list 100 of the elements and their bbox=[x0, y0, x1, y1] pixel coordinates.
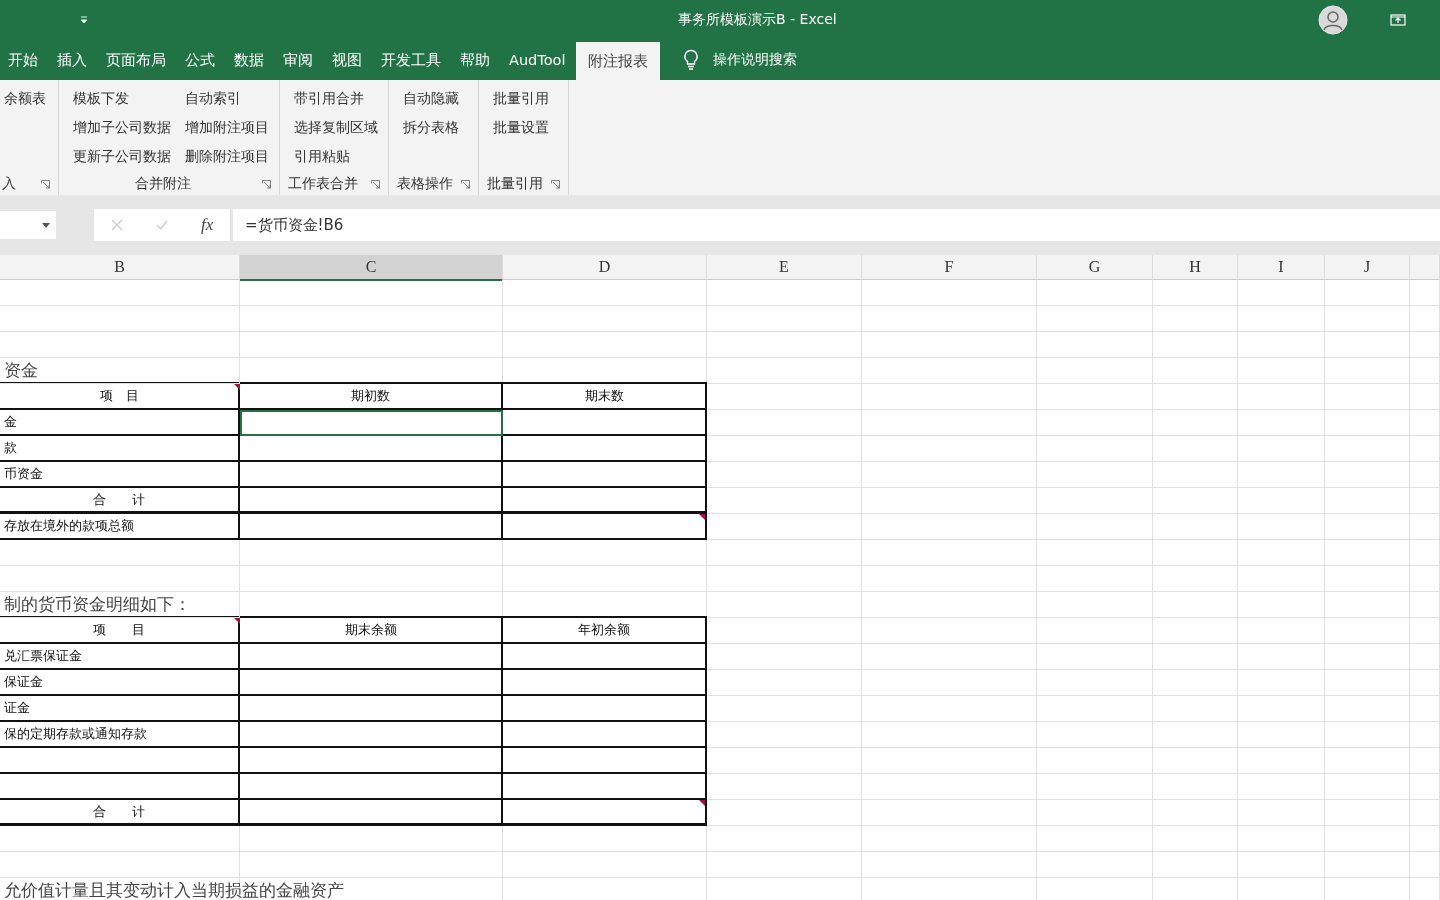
table-cell[interactable] bbox=[240, 514, 503, 540]
ribbon-command[interactable]: 自动隐藏 bbox=[401, 84, 461, 113]
ribbon-tab[interactable]: 插入 bbox=[49, 40, 95, 80]
group-label: 入 bbox=[2, 175, 17, 193]
ribbon-command[interactable]: 自动索引 bbox=[183, 84, 271, 113]
section-title: 资金 bbox=[4, 360, 38, 382]
ribbon-tab[interactable]: 视图 bbox=[324, 40, 370, 80]
column-header[interactable]: G bbox=[1037, 255, 1153, 281]
grid-cell bbox=[1410, 800, 1440, 826]
user-avatar-icon[interactable] bbox=[1318, 5, 1348, 35]
table-cell: 保证金 bbox=[0, 670, 240, 696]
column-header[interactable]: I bbox=[1238, 255, 1325, 281]
customize-toolbar-icon[interactable] bbox=[80, 15, 88, 25]
grid-cell bbox=[1410, 514, 1440, 540]
dialog-launcher-icon[interactable] bbox=[262, 179, 271, 189]
ribbon-command[interactable]: 余额表 bbox=[2, 84, 48, 113]
table-cell: 金 bbox=[0, 410, 240, 436]
table-cell: 证金 bbox=[0, 696, 240, 722]
grid-cell bbox=[1410, 280, 1440, 306]
table-cell: 存放在境外的款项总额 bbox=[0, 514, 240, 540]
column-header[interactable]: C bbox=[240, 255, 503, 281]
grid-cell bbox=[1410, 358, 1440, 384]
window-title: 事务所模板演示B - Excel bbox=[678, 11, 837, 29]
group-label: 工作表合并 bbox=[288, 175, 359, 193]
lightbulb-icon[interactable] bbox=[683, 49, 700, 71]
table-cell[interactable] bbox=[240, 410, 503, 436]
section-title: 允价值计量且其变动计入当期损益的金融资产 bbox=[4, 880, 344, 900]
grid-cell bbox=[1410, 826, 1440, 852]
column-header[interactable]: H bbox=[1153, 255, 1238, 281]
ribbon-command[interactable]: 带引用合并 bbox=[292, 84, 380, 113]
grid-cell bbox=[1410, 384, 1440, 410]
table-cell[interactable] bbox=[240, 462, 503, 488]
table-header-cell: 项 目 bbox=[0, 382, 240, 410]
table-cell: 币资金 bbox=[0, 462, 240, 488]
ribbon-tab[interactable]: 审阅 bbox=[275, 40, 321, 80]
table-cell[interactable] bbox=[240, 436, 503, 462]
section-title: 制的货币资金明细如下： bbox=[4, 594, 191, 616]
tell-me-search[interactable]: 操作说明搜索 bbox=[713, 51, 798, 69]
table-cell[interactable] bbox=[240, 774, 503, 800]
dialog-launcher-icon[interactable] bbox=[371, 179, 380, 189]
ribbon-command[interactable]: 批量引用 bbox=[491, 84, 551, 113]
grid-cell bbox=[1410, 592, 1440, 618]
column-header[interactable]: F bbox=[862, 255, 1037, 281]
table-cell: 兑汇票保证金 bbox=[0, 644, 240, 670]
ribbon-display-icon[interactable] bbox=[1390, 14, 1406, 26]
grid-cell bbox=[1410, 462, 1440, 488]
ribbon-command[interactable]: 批量设置 bbox=[491, 113, 551, 142]
dropdown-caret-icon[interactable] bbox=[42, 222, 50, 228]
table-cell[interactable] bbox=[240, 722, 503, 748]
table-cell: 款 bbox=[0, 436, 240, 462]
ribbon-tab[interactable]: 页面布局 bbox=[98, 40, 174, 80]
grid-cell bbox=[1410, 410, 1440, 436]
grid-cell bbox=[1410, 540, 1440, 566]
ribbon-command[interactable]: 模板下发 bbox=[71, 84, 173, 113]
ribbon-command[interactable]: 拆分表格 bbox=[401, 113, 461, 142]
grid-cell bbox=[1410, 436, 1440, 462]
ribbon-command[interactable]: 增加附注项目 bbox=[183, 113, 271, 142]
grid-cell bbox=[1410, 306, 1440, 332]
ribbon-command[interactable]: 选择复制区域 bbox=[292, 113, 380, 142]
table-cell[interactable] bbox=[240, 800, 503, 826]
ribbon-tab[interactable]: 附注报表 bbox=[576, 42, 661, 80]
group-label: 合并附注 bbox=[133, 175, 192, 193]
grid-cell bbox=[1410, 774, 1440, 800]
grid-cell bbox=[1410, 696, 1440, 722]
table-cell[interactable] bbox=[240, 696, 503, 722]
ribbon-tab[interactable]: 数据 bbox=[226, 40, 272, 80]
ribbon-command[interactable]: 引用粘贴 bbox=[292, 142, 380, 171]
formula-input[interactable]: =货币资金!B6 bbox=[233, 209, 1440, 241]
grid-cell bbox=[1410, 644, 1440, 670]
table-header-cell: 期末数 bbox=[503, 382, 707, 410]
ribbon-tab[interactable]: 公式 bbox=[177, 40, 223, 80]
column-header[interactable]: J bbox=[1325, 255, 1410, 281]
insert-function-button[interactable]: fx bbox=[201, 215, 214, 235]
dialog-launcher-icon[interactable] bbox=[461, 179, 470, 189]
column-header[interactable]: D bbox=[503, 255, 707, 281]
table-cell[interactable] bbox=[240, 748, 503, 774]
grid-cell bbox=[1410, 488, 1440, 514]
grid-cell bbox=[1410, 748, 1440, 774]
grid-cell bbox=[1410, 722, 1440, 748]
table-header-cell: 期末余额 bbox=[240, 616, 503, 644]
ribbon-tab[interactable]: 帮助 bbox=[452, 40, 498, 80]
ribbon-tab[interactable]: 开发工具 bbox=[373, 40, 449, 80]
ribbon-tab[interactable]: 开始 bbox=[0, 40, 46, 80]
ribbon-command[interactable]: 更新子公司数据 bbox=[71, 142, 173, 171]
column-header[interactable]: E bbox=[707, 255, 862, 281]
ribbon-command[interactable]: 删除附注项目 bbox=[183, 142, 271, 171]
table-header-cell: 项 目 bbox=[0, 616, 240, 644]
dialog-launcher-icon[interactable] bbox=[551, 179, 560, 189]
table-cell: 合 计 bbox=[0, 488, 240, 514]
ribbon-command[interactable]: 增加子公司数据 bbox=[71, 113, 173, 142]
table-cell[interactable] bbox=[240, 488, 503, 514]
grid-cell bbox=[1410, 670, 1440, 696]
table-cell[interactable] bbox=[240, 670, 503, 696]
table-cell[interactable] bbox=[240, 644, 503, 670]
grid-cell bbox=[1410, 566, 1440, 592]
dialog-launcher-icon[interactable] bbox=[41, 179, 50, 189]
group-label: 批量引用 bbox=[487, 175, 543, 193]
table-header-cell: 年初余额 bbox=[503, 616, 707, 644]
ribbon-tab[interactable]: AudTool bbox=[501, 40, 574, 80]
table-cell: 合 计 bbox=[0, 800, 240, 826]
